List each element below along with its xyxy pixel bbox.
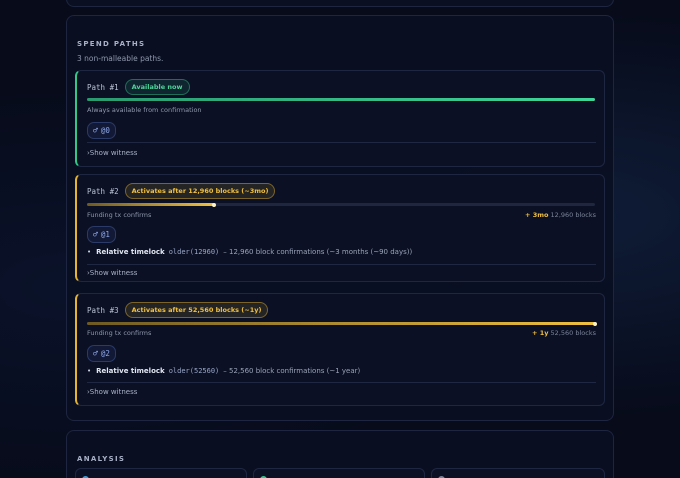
progress-fill [87, 98, 595, 101]
progress-track [87, 98, 595, 101]
progress-track [87, 202, 595, 207]
progress-fill [87, 322, 595, 325]
status-badge: Activates after 52,560 blocks (~1y) [124, 302, 269, 318]
previous-section-card [66, 0, 614, 7]
show-witness-toggle[interactable]: ›Show witness [87, 149, 137, 157]
key-chip[interactable]: ♂ @1 [87, 226, 116, 243]
delay-highlight: + 1y [531, 329, 549, 337]
show-witness-toggle[interactable]: ›Show witness [87, 269, 137, 277]
key-icon: ♂ [93, 126, 98, 135]
path-card-1: Path #1 Available now Always available f… [75, 70, 605, 167]
progress-track [87, 321, 597, 326]
timelock-name: Relative timelock [96, 248, 165, 256]
bullet-icon: • [87, 248, 92, 256]
progress-fill [87, 203, 214, 206]
key-label: @0 [100, 126, 110, 135]
key-label: @2 [100, 349, 110, 358]
section-title: SPEND PATHS [77, 40, 146, 48]
analysis-card-1 [75, 468, 247, 478]
timelock-item: • Relative timelock older(52560) – 52,560 b… [87, 367, 360, 375]
timelock-desc: – 12,960 block confirmations (~3 months … [223, 248, 413, 256]
divider [87, 142, 596, 143]
key-chip[interactable]: ♂ @2 [87, 345, 116, 362]
path-label: Path #2 [87, 186, 119, 196]
path-card-2: Path #2 Activates after 12,960 blocks (~… [75, 174, 605, 282]
progress-marker [212, 202, 216, 207]
key-icon: ♂ [93, 349, 98, 358]
delay-blocks: 12,960 blocks [550, 211, 596, 219]
timeline-note: Always available from confirmation [87, 106, 202, 114]
key-chip[interactable]: ♂ @0 [87, 122, 116, 139]
progress-marker [593, 321, 597, 326]
delay-blocks: 52,560 blocks [550, 329, 596, 337]
timelock-code: older(12960) [168, 248, 220, 256]
path-label: Path #3 [87, 305, 119, 315]
section-subtitle: 3 non-malleable paths. [77, 54, 164, 63]
key-label: @1 [100, 230, 110, 239]
delay-note: + 3mo 12,960 blocks [525, 211, 596, 219]
timeline-note: Funding tx confirms [87, 329, 152, 337]
analysis-card-2 [253, 468, 425, 478]
timeline-note: Funding tx confirms [87, 211, 152, 219]
path-card-3: Path #3 Activates after 52,560 blocks (~… [75, 293, 605, 406]
delay-highlight: + 3mo [524, 211, 549, 219]
spend-paths-section: SPEND PATHS 3 non-malleable paths. Path … [66, 15, 614, 421]
analysis-section: ANALYSIS [66, 430, 614, 478]
analysis-card-3 [431, 468, 605, 478]
bullet-icon: • [87, 367, 92, 375]
timelock-name: Relative timelock [96, 367, 165, 375]
path-label: Path #1 [87, 82, 119, 92]
delay-note: + 1y 52,560 blocks [532, 329, 596, 337]
timelock-desc: – 52,560 block confirmations (~1 year) [223, 367, 361, 375]
key-icon: ♂ [93, 230, 98, 239]
status-badge: Available now [124, 79, 190, 95]
divider [87, 382, 596, 383]
divider [87, 264, 596, 265]
status-badge: Activates after 12,960 blocks (~3mo) [124, 183, 276, 199]
timelock-code: older(52560) [168, 367, 220, 375]
section-title: ANALYSIS [77, 455, 126, 463]
show-witness-toggle[interactable]: ›Show witness [87, 388, 137, 396]
timelock-item: • Relative timelock older(12960) – 12,960 b… [87, 248, 412, 256]
